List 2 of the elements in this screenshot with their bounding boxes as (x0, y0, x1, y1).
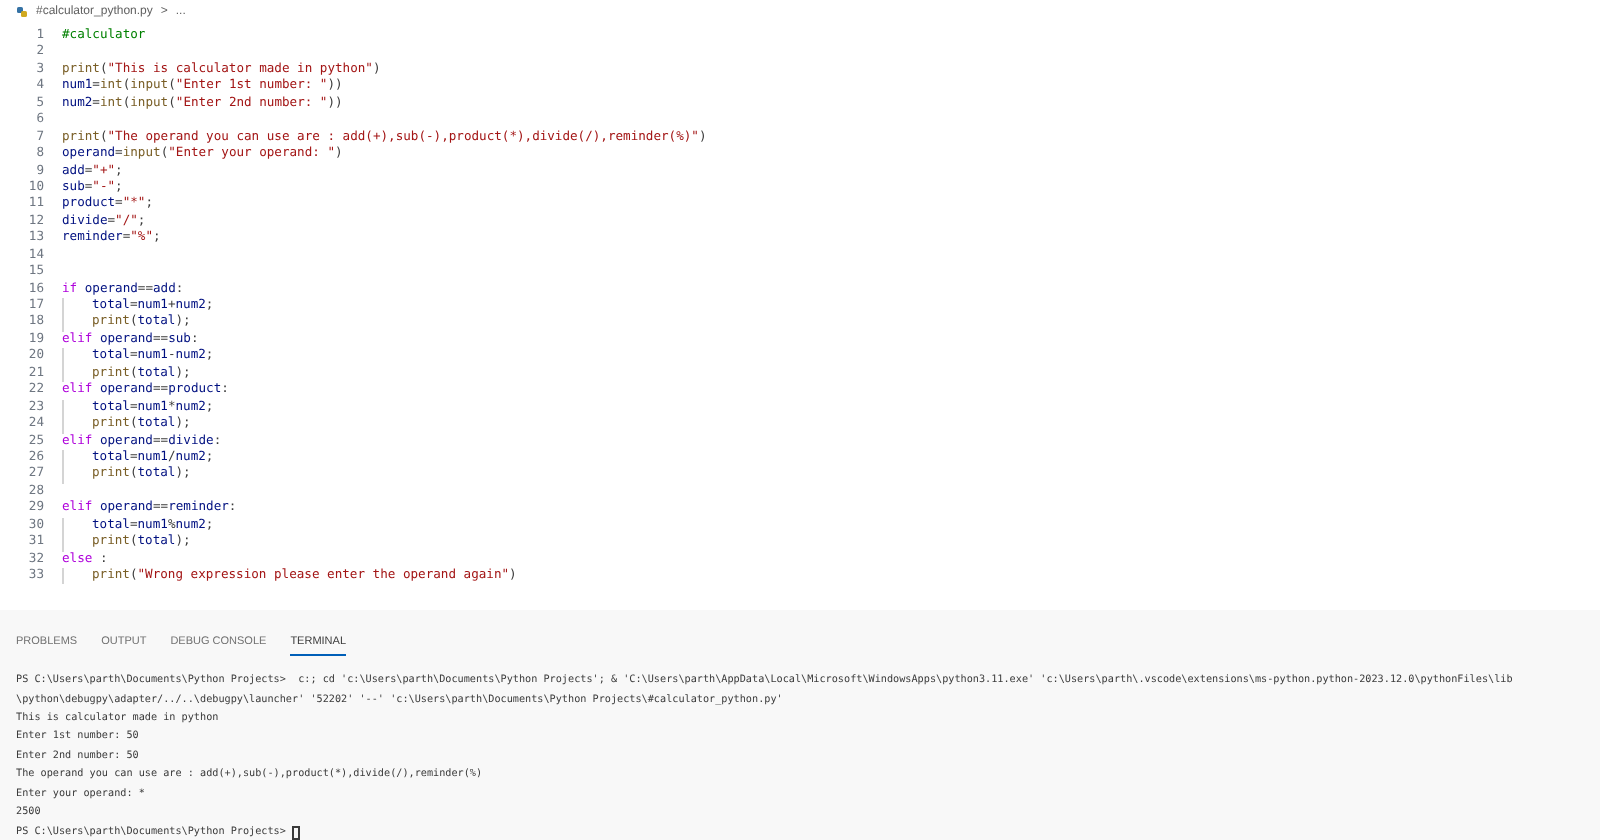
terminal-cursor (291, 825, 300, 840)
python-file-icon (16, 6, 28, 18)
